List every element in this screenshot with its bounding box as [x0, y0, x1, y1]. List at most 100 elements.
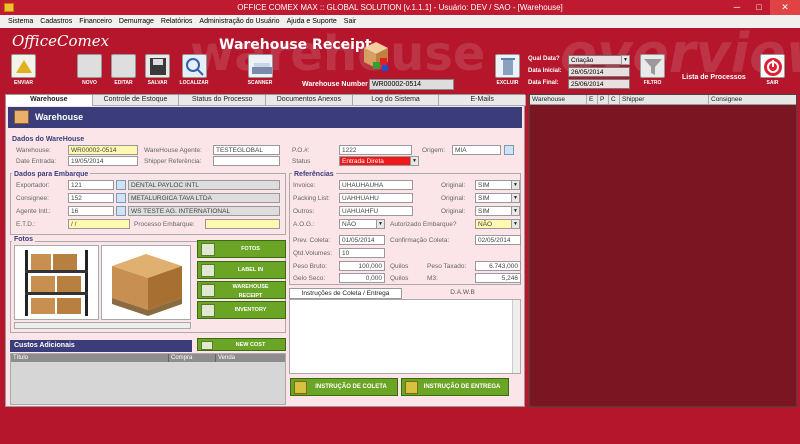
date-entrada-field[interactable]: 19/05/2014 [68, 156, 138, 166]
col-warehouse[interactable]: Warehouse [530, 95, 587, 104]
confirmacao-coleta-field[interactable]: 02/05/2014 [475, 235, 521, 245]
filtro-button[interactable]: FILTRO [637, 54, 668, 88]
menu-ajuda[interactable]: Ajuda e Suporte [287, 18, 337, 25]
menu-cadastros[interactable]: Cadastros [40, 18, 72, 25]
shelf-image [25, 250, 88, 316]
original-select-2[interactable]: SIM [475, 193, 512, 203]
menu-relatorios[interactable]: Relatórios [161, 18, 193, 25]
photo-pallet[interactable] [101, 245, 191, 320]
aog-select[interactable]: NÃO [339, 219, 377, 229]
col-consignee[interactable]: Consignee [709, 95, 796, 104]
tab-status-processo[interactable]: Status do Processo [179, 95, 267, 106]
col-p[interactable]: P [598, 95, 609, 104]
close-button[interactable]: ✕ [770, 0, 800, 15]
exportador-code[interactable]: 121 [68, 180, 114, 190]
chevron-down-icon[interactable]: ▼ [621, 55, 630, 65]
warehouse-field[interactable]: WR00002-0514 [68, 145, 138, 155]
col-venda[interactable]: Venda [216, 354, 266, 362]
tab-emails[interactable]: E-Mails [439, 95, 527, 106]
invoice-field[interactable]: UHAUHAUHA [339, 180, 413, 190]
excluir-button[interactable]: EXCLUIR [492, 54, 523, 88]
peso-bruto-label: Peso Bruto: [293, 263, 327, 270]
m3-field[interactable]: 5,246 [475, 273, 521, 283]
fotos-button[interactable]: FOTOS [197, 240, 286, 258]
tab-controle-estoque[interactable]: Controle de Estoque [92, 95, 180, 106]
novo-button[interactable]: NOVO [74, 54, 105, 88]
tab-dawb[interactable]: D.A.W.B [404, 288, 521, 299]
data-final-field[interactable]: 25/06/2014 [568, 79, 630, 89]
data-inicial-field[interactable]: 26/05/2014 [568, 67, 630, 77]
origem-field[interactable]: MIA [452, 145, 501, 155]
autorizado-embarque-select[interactable]: NÃO [475, 219, 512, 229]
editar-button[interactable]: EDITAR [108, 54, 139, 88]
agente-intl-lookup-icon[interactable] [116, 206, 126, 216]
sair-button[interactable]: SAIR [757, 54, 788, 88]
label-in-button[interactable]: LABEL IN [197, 261, 286, 279]
instrucoes-textarea[interactable] [289, 299, 521, 374]
qtd-volumes-field[interactable]: 10 [339, 248, 385, 258]
gelo-seco-field[interactable]: 0,000 [339, 273, 385, 283]
m3-label: M3: [427, 275, 438, 282]
tab-instrucoes[interactable]: Instruções de Coleta / Entrega [289, 288, 402, 299]
process-list-body[interactable] [530, 105, 796, 406]
col-shipper[interactable]: Shipper [620, 95, 709, 104]
outros-field[interactable]: UAHUAHFU [339, 206, 413, 216]
chevron-down-icon[interactable]: ▼ [410, 156, 419, 166]
instrucao-entrega-button[interactable]: INSTRUÇÃO DE ENTREGA [401, 378, 509, 396]
original-select-1[interactable]: SIM [475, 180, 512, 190]
scanner-button[interactable]: SCANNER [243, 54, 277, 88]
col-titulo[interactable]: Título [11, 354, 169, 362]
chevron-down-icon[interactable]: ▼ [511, 219, 520, 229]
peso-bruto-field[interactable]: 100,000 [339, 261, 385, 271]
inventory-button[interactable]: INVENTORY [197, 301, 286, 319]
agente-intl-label: Agente Intl.: [16, 208, 51, 215]
col-compra[interactable]: Compra [169, 354, 216, 362]
localizar-button[interactable]: LOCALIZAR [176, 54, 212, 88]
menu-sair[interactable]: Sair [344, 18, 356, 25]
tab-log-sistema[interactable]: Log do Sistema [352, 95, 440, 106]
process-list-panel: Warehouse E P C Shipper Consignee [529, 94, 797, 407]
po-field[interactable]: 1222 [339, 145, 412, 155]
chevron-down-icon[interactable]: ▼ [376, 219, 385, 229]
enviar-button[interactable]: ENVIAR [8, 54, 39, 88]
salvar-button[interactable]: SALVAR [142, 54, 173, 88]
etd-field[interactable]: / / [68, 219, 130, 229]
processo-embarque-field[interactable] [205, 219, 280, 229]
photo-shelf[interactable] [14, 245, 99, 320]
menu-sistema[interactable]: Sistema [8, 18, 33, 25]
chevron-down-icon[interactable]: ▼ [511, 206, 520, 216]
custos-table: Título Compra Venda [10, 353, 286, 405]
tab-warehouse[interactable]: Warehouse [6, 95, 93, 106]
warehouse-receipt-button[interactable]: WAREHOUSE RECEIPT [197, 281, 286, 299]
origem-lookup-icon[interactable] [504, 145, 514, 155]
prev-coleta-field[interactable]: 01/05/2014 [339, 235, 385, 245]
maximize-button[interactable]: □ [748, 0, 770, 15]
tab-bar: Warehouse Controle de Estoque Status do … [6, 95, 527, 106]
original-select-3[interactable]: SIM [475, 206, 512, 216]
warehouse-number-field: WR00002-0514 [369, 79, 454, 90]
menu-financeiro[interactable]: Financeiro [79, 18, 112, 25]
exportador-lookup-icon[interactable] [116, 180, 126, 190]
chevron-down-icon[interactable]: ▼ [511, 180, 520, 190]
minimize-button[interactable]: ─ [726, 0, 748, 15]
menu-demurrage[interactable]: Demurrage [119, 18, 154, 25]
instrucao-coleta-button[interactable]: INSTRUÇÃO DE COLETA [290, 378, 398, 396]
menu-administracao[interactable]: Administração do Usuário [199, 18, 279, 25]
chevron-down-icon[interactable]: ▼ [511, 193, 520, 203]
consignee-code[interactable]: 152 [68, 193, 114, 203]
agente-intl-code[interactable]: 16 [68, 206, 114, 216]
warehouse-agente-field[interactable]: TESTEGLOBAL [213, 145, 280, 155]
packing-list-field[interactable]: UAHHUAHU [339, 193, 413, 203]
consignee-lookup-icon[interactable] [116, 193, 126, 203]
col-c[interactable]: C [609, 95, 620, 104]
instrucoes-scrollbar[interactable] [512, 300, 520, 373]
shipper-referencia-field[interactable] [213, 156, 280, 166]
peso-taxado-field[interactable]: 6.743,000 [475, 261, 521, 271]
photo-scrollbar[interactable] [14, 322, 191, 329]
col-e[interactable]: E [587, 95, 598, 104]
exportador-name: DENTAL PAYLOC INTL [128, 180, 280, 190]
tab-documentos-anexos[interactable]: Documentos Anexos [266, 95, 353, 106]
new-cost-button[interactable]: NEW COST [197, 338, 286, 351]
label-icon [201, 264, 215, 277]
status-select[interactable]: Entrada Direta [339, 156, 413, 166]
